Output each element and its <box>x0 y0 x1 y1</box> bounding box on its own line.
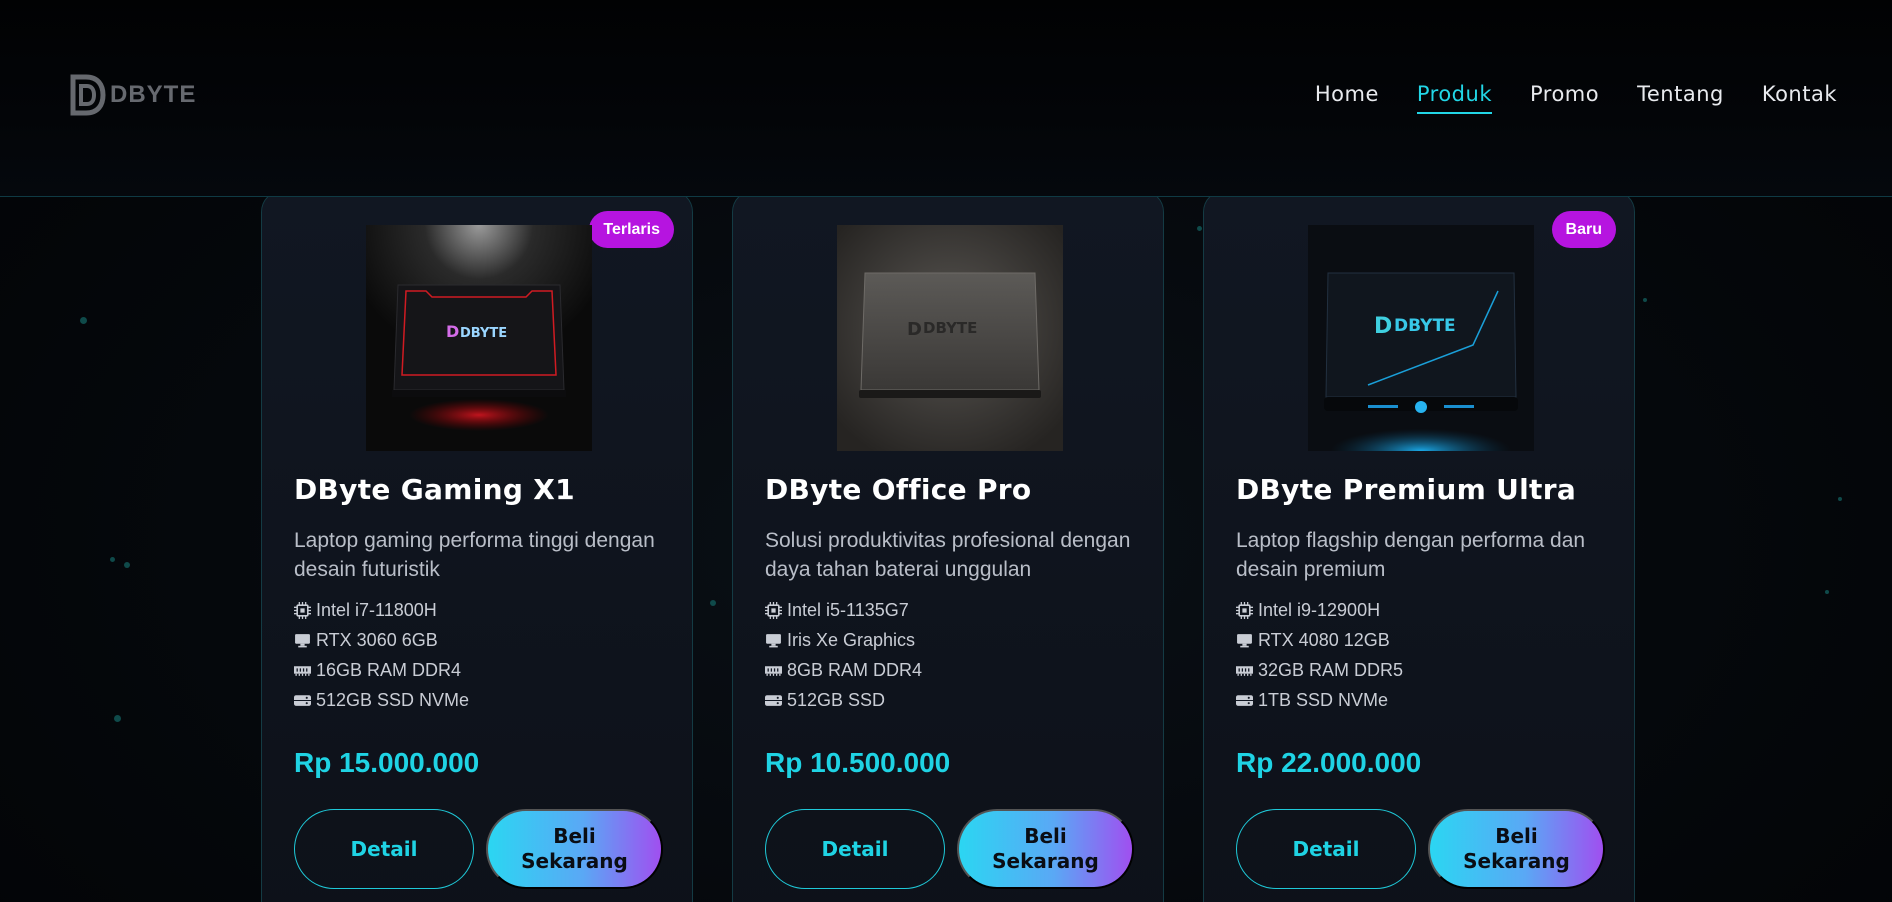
storage-icon <box>294 694 311 706</box>
product-price: Rp 22.000.000 <box>1236 747 1422 778</box>
spec-list: Intel i9-12900H RTX 4080 12GB 32GB RAM D… <box>1236 595 1403 715</box>
spec-gpu: RTX 3060 6GB <box>294 625 469 655</box>
svg-text:D: D <box>446 322 459 341</box>
spec-text: Iris Xe Graphics <box>787 629 916 650</box>
storage-icon <box>1236 694 1253 706</box>
memory-icon <box>765 665 782 676</box>
spec-ram: 16GB RAM DDR4 <box>294 655 469 685</box>
spec-text: 512GB SSD NVMe <box>316 689 470 710</box>
product-card: Baru D DBYTE DByte Premium Ultra Laptop … <box>1203 190 1635 902</box>
background-particle <box>114 715 121 722</box>
svg-text:D: D <box>907 319 922 340</box>
spec-list: Intel i7-11800H RTX 3060 6GB 16GB RAM DD… <box>294 595 469 715</box>
product-title: DByte Gaming X1 <box>294 473 575 506</box>
product-image: D DBYTE <box>837 225 1063 451</box>
buy-now-button[interactable]: Beli Sekarang <box>1428 809 1605 889</box>
product-card: Terlaris D DBYTE DByte Gaming X1 Laptop … <box>261 190 693 902</box>
product-card: D DBYTE DByte Office Pro Solusi produkti… <box>732 190 1164 902</box>
spec-text: Intel i9-12900H <box>1258 599 1381 620</box>
product-description: Laptop gaming performa tinggi dengan des… <box>294 529 655 581</box>
svg-text:D: D <box>1374 314 1392 339</box>
spec-gpu: RTX 4080 12GB <box>1236 625 1403 655</box>
bestseller-badge: Terlaris <box>589 211 674 248</box>
memory-icon <box>1236 665 1253 676</box>
spec-text: 32GB RAM DDR5 <box>1258 659 1404 680</box>
page: DBYTE Home Produk Promo Tentang Kontak T… <box>0 0 1892 902</box>
buy-now-button[interactable]: Beli Sekarang <box>957 809 1134 889</box>
product-description: Laptop flagship dengan performa dan desa… <box>1236 529 1586 581</box>
monitor-icon <box>295 633 310 647</box>
cpu-icon <box>1236 601 1253 619</box>
product-image: D DBYTE <box>366 225 592 451</box>
spec-text: RTX 3060 6GB <box>316 629 438 650</box>
svg-text:DBYTE: DBYTE <box>923 319 977 337</box>
product-price: Rp 10.500.000 <box>765 747 951 778</box>
buy-now-button[interactable]: Beli Sekarang <box>486 809 663 889</box>
brand-name: DBYTE <box>110 81 197 108</box>
spec-cpu: Intel i9-12900H <box>1236 595 1403 625</box>
spec-text: Intel i7-11800H <box>316 599 437 620</box>
main-nav: Home Produk Promo Tentang Kontak <box>1315 82 1837 114</box>
spec-ram: 8GB RAM DDR4 <box>765 655 922 685</box>
dbyte-logo-icon <box>70 74 106 116</box>
detail-button[interactable]: Detail <box>294 809 474 889</box>
product-title: DByte Premium Ultra <box>1236 473 1577 506</box>
background-particle <box>710 600 716 606</box>
spec-text: 1TB SSD NVMe <box>1258 689 1389 710</box>
spec-text: Intel i5-1135G7 <box>787 599 909 620</box>
spec-text: RTX 4080 12GB <box>1258 629 1390 650</box>
site-header: DBYTE Home Produk Promo Tentang Kontak <box>0 0 1892 197</box>
product-description: Solusi produktivitas profesional dengan … <box>765 529 1131 581</box>
spec-cpu: Intel i7-11800H <box>294 595 469 625</box>
detail-button[interactable]: Detail <box>1236 809 1416 889</box>
background-particle <box>1643 298 1647 302</box>
background-particle <box>1197 226 1202 231</box>
spec-ram: 32GB RAM DDR5 <box>1236 655 1403 685</box>
nav-item-tentang[interactable]: Tentang <box>1637 82 1724 114</box>
background-particle <box>1838 497 1842 501</box>
nav-item-produk[interactable]: Produk <box>1416 82 1492 114</box>
svg-text:DBYTE: DBYTE <box>460 326 507 341</box>
detail-button[interactable]: Detail <box>765 809 945 889</box>
cpu-icon <box>294 601 311 619</box>
spec-cpu: Intel i5-1135G7 <box>765 595 922 625</box>
nav-item-kontak[interactable]: Kontak <box>1762 82 1837 114</box>
spec-storage: 1TB SSD NVMe <box>1236 685 1403 715</box>
spec-text: 8GB RAM DDR4 <box>787 659 923 680</box>
spec-storage: 512GB SSD <box>765 685 922 715</box>
nav-item-promo[interactable]: Promo <box>1530 82 1599 114</box>
spec-gpu: Iris Xe Graphics <box>765 625 922 655</box>
memory-icon <box>294 665 311 676</box>
monitor-icon <box>1237 633 1252 647</box>
background-particle <box>124 562 130 568</box>
product-price: Rp 15.000.000 <box>294 747 480 778</box>
product-title: DByte Office Pro <box>765 473 1032 506</box>
background-particle <box>80 317 87 324</box>
product-image: D DBYTE <box>1308 225 1534 451</box>
storage-icon <box>765 694 782 706</box>
svg-text:DBYTE: DBYTE <box>1394 316 1456 336</box>
spec-list: Intel i5-1135G7 Iris Xe Graphics 8GB RAM… <box>765 595 922 715</box>
background-particle <box>1825 590 1829 594</box>
background-particle <box>110 557 115 562</box>
spec-text: 512GB SSD <box>787 689 886 710</box>
brand-logo[interactable]: DBYTE <box>70 74 196 116</box>
monitor-icon <box>766 633 781 647</box>
spec-text: 16GB RAM DDR4 <box>316 659 462 680</box>
nav-item-home[interactable]: Home <box>1315 82 1379 114</box>
cpu-icon <box>765 601 782 619</box>
spec-storage: 512GB SSD NVMe <box>294 685 469 715</box>
new-badge: Baru <box>1551 211 1616 248</box>
